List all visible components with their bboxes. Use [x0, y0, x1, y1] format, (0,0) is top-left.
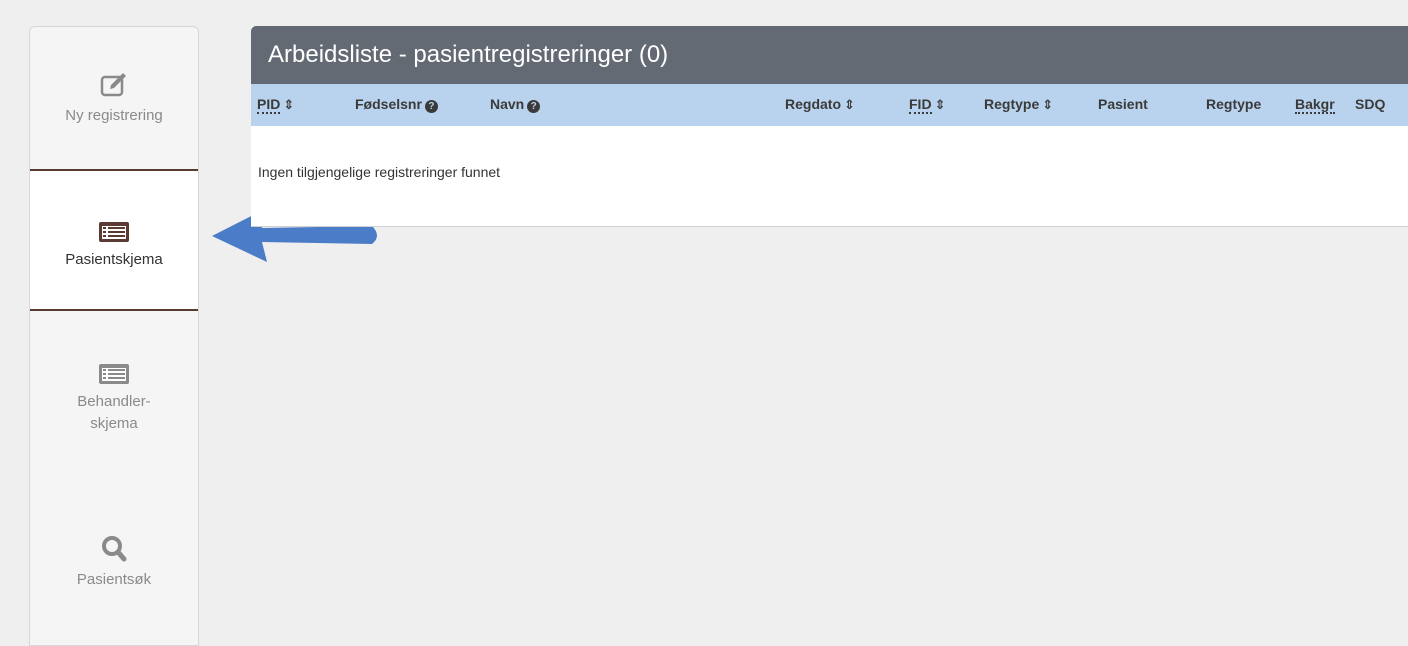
sort-icon: ⇕ — [1042, 97, 1054, 112]
list-icon — [99, 222, 129, 242]
column-label: Fødselsnr — [355, 96, 422, 112]
column-bakgr: Bakgr — [1295, 95, 1335, 114]
column-pasient: Pasient — [1098, 95, 1148, 113]
column-regdato[interactable]: Regdato ⇕ — [785, 95, 855, 114]
sidebar-item-label: Pasientskjema — [65, 251, 163, 268]
column-navn: Navn? — [490, 95, 541, 113]
column-label: Pasient — [1098, 96, 1148, 112]
column-label: Bakgr — [1295, 96, 1335, 114]
sidebar-item-label: Ny registrering — [65, 107, 163, 124]
sidebar: Ny registrering Pasientskjema Behandler-… — [29, 26, 199, 646]
sidebar-divider — [30, 309, 198, 311]
sidebar-item-label: Behandler- — [77, 393, 151, 410]
help-icon[interactable]: ? — [424, 100, 438, 113]
column-fodselsnr: Fødselsnr? — [355, 95, 438, 113]
sidebar-item-pasientsok[interactable]: Pasientsøk — [30, 535, 198, 615]
column-label: Regdato — [785, 96, 841, 112]
empty-message: Ingen tilgjengelige registreringer funne… — [258, 164, 501, 180]
column-fid[interactable]: FID ⇕ — [909, 95, 945, 114]
worklist-panel: Arbeidsliste - pasientregistreringer (0)… — [251, 26, 1408, 227]
sidebar-item-label-line2: skjema — [90, 415, 138, 432]
column-label: FID — [909, 96, 932, 114]
column-label: Navn — [490, 96, 525, 112]
column-regtype[interactable]: Regtype ⇕ — [984, 95, 1053, 114]
column-regtype-2: Regtype — [1206, 95, 1261, 113]
column-label: SDQ — [1355, 96, 1386, 112]
sidebar-item-ny-registrering[interactable]: Ny registrering — [30, 71, 198, 169]
column-pid[interactable]: PID ⇕ — [257, 95, 294, 114]
column-sdq: SDQ — [1355, 95, 1385, 113]
sort-icon: ⇕ — [844, 97, 855, 112]
column-label: Regtype — [1206, 96, 1262, 112]
worklist-title: Arbeidsliste - pasientregistreringer (0) — [251, 26, 1408, 84]
column-header-bar: PID ⇕ Fødselsnr? Navn? Regdato ⇕ FID ⇕ Regt… — [251, 84, 1408, 126]
sort-icon: ⇕ — [934, 97, 946, 112]
sort-icon: ⇕ — [283, 97, 295, 112]
edit-icon — [100, 73, 126, 97]
sidebar-item-label: Pasientsøk — [76, 571, 152, 588]
sidebar-item-pasientskjema[interactable]: Pasientskjema — [30, 171, 198, 309]
list-icon — [99, 364, 129, 384]
search-icon — [102, 536, 127, 562]
help-icon[interactable]: ? — [527, 100, 541, 113]
column-label: PID — [257, 96, 281, 114]
column-label: Regtype — [984, 96, 1040, 112]
sidebar-item-behandlerskjema[interactable]: Behandler- skjema — [30, 363, 198, 473]
